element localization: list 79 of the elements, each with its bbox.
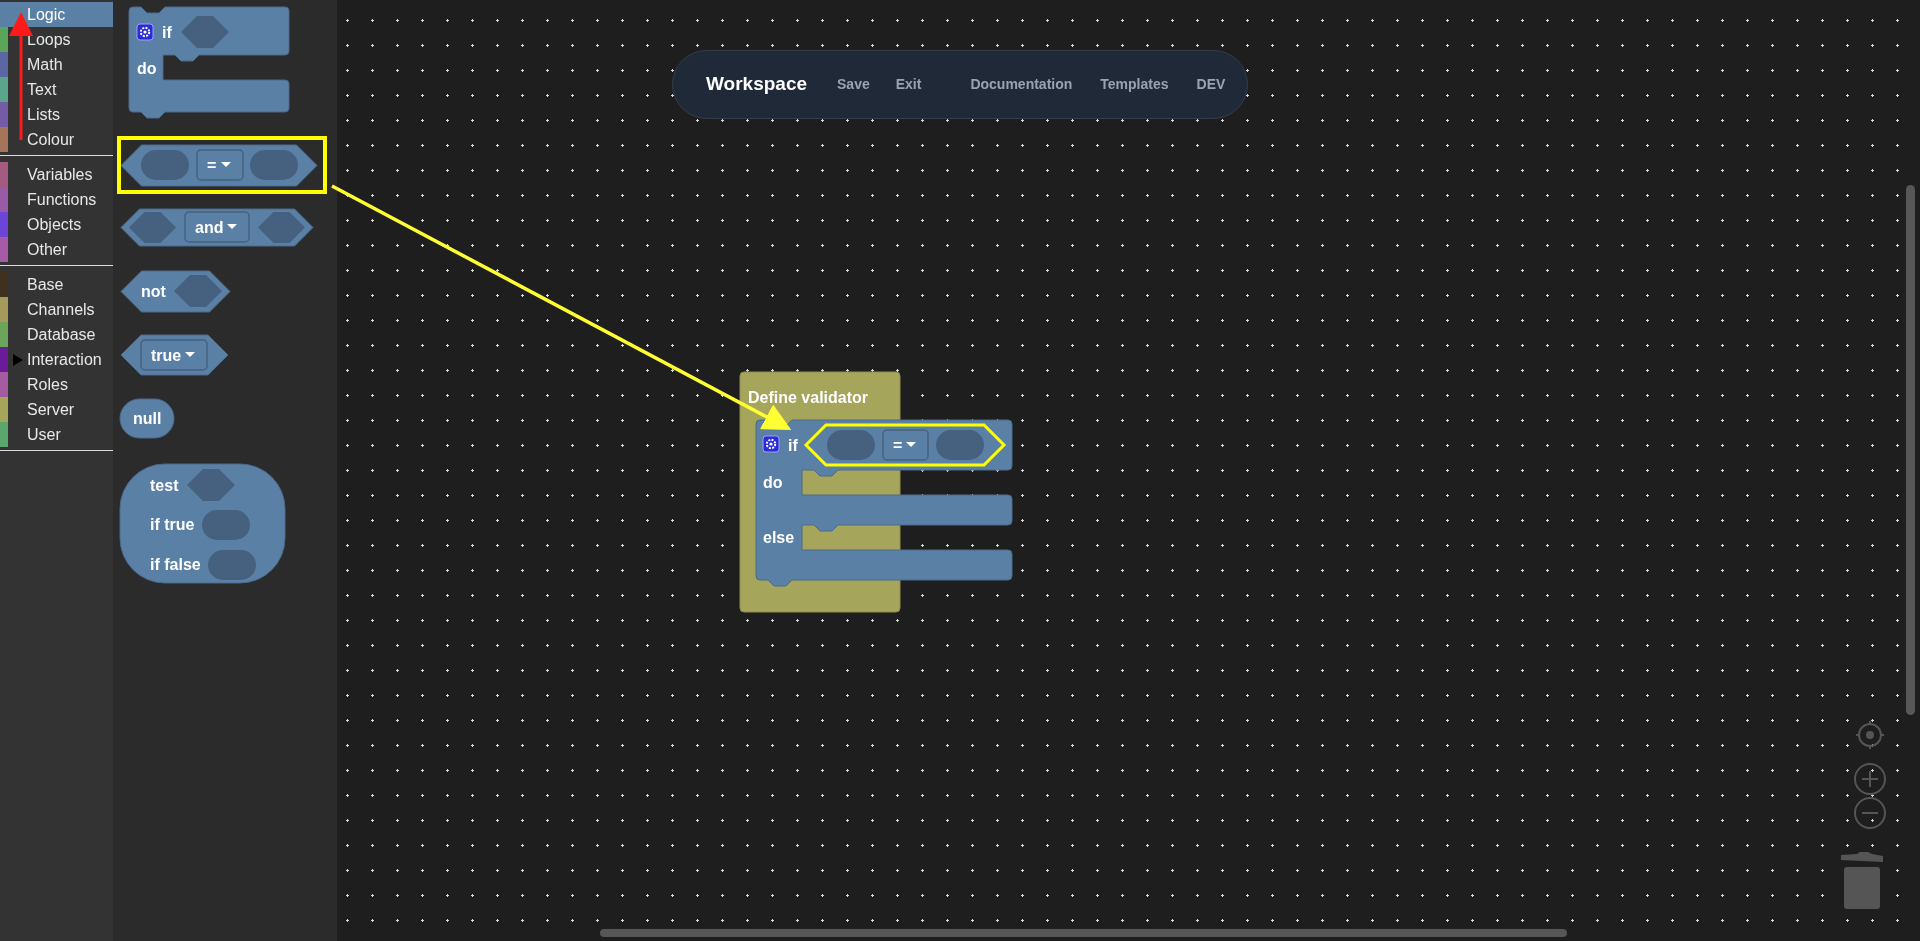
operator-dropdown[interactable]: and [184,211,250,243]
category-item[interactable]: Server [0,397,113,422]
boolean-block[interactable]: true [120,334,229,376]
caret-icon [185,352,195,357]
caret-icon [227,224,237,229]
menu-action[interactable]: Exit [895,74,922,95]
category-item[interactable]: Math [0,52,113,77]
category-item[interactable]: Variables [0,162,113,187]
category-label: Base [27,274,64,295]
trash-icon[interactable] [1840,852,1884,910]
category-item[interactable]: Interaction [0,347,113,372]
category-item[interactable]: Base [0,272,113,297]
menu-action[interactable]: Save [837,74,870,95]
vertical-scrollbar[interactable] [1906,185,1915,715]
category-label: Roles [27,374,68,395]
block-label: if [162,24,172,41]
category-item[interactable]: Lists [0,102,113,127]
category-label: User [27,424,61,445]
caret-icon [221,162,231,167]
category-item[interactable]: Colour [0,127,113,152]
not-block[interactable]: not [120,270,231,313]
category-label: Colour [27,129,75,150]
category-label: Text [27,79,57,100]
empty-slot [129,212,176,243]
block-label: do [137,60,157,77]
menu-link[interactable]: Templates [1100,74,1169,95]
category-label: Functions [27,189,97,210]
category-label: Channels [27,299,95,320]
horizontal-scrollbar[interactable] [600,929,1567,937]
menu-link[interactable]: DEV [1196,74,1226,95]
zoom-in-icon[interactable] [1853,762,1887,796]
category-item[interactable]: Text [0,77,113,102]
block-label: else [763,529,795,546]
category-item[interactable]: Functions [0,187,113,212]
category-label: Database [27,324,96,345]
operator-dropdown[interactable]: = [882,429,929,461]
block-label: test [150,477,179,494]
ternary-block[interactable]: test if true if false [119,463,286,584]
empty-slot [181,16,229,48]
compare-block[interactable]: = [803,423,1007,467]
operator-dropdown[interactable]: true [140,339,208,371]
block-label: not [141,283,166,300]
recenter-icon[interactable] [1855,720,1885,750]
category-item[interactable]: Loops [0,27,113,52]
category-label: Objects [27,214,82,235]
category-item[interactable]: Objects [0,212,113,237]
category-item[interactable]: Roles [0,372,113,397]
caret-icon [906,442,916,447]
gear-icon[interactable] [136,23,154,41]
category-item[interactable]: Logic [0,2,113,27]
workspace-title: Workspace [706,72,808,97]
category-item[interactable]: Database [0,322,113,347]
category-item[interactable]: Channels [0,297,113,322]
category-label: Lists [27,104,60,125]
category-item[interactable]: Other [0,237,113,262]
block-label: if [788,437,798,454]
empty-slot [187,469,235,501]
empty-slot [174,275,222,307]
empty-slot [258,212,305,243]
category-label: Other [27,239,67,260]
category-label: Variables [27,164,93,185]
menu-link[interactable]: Documentation [970,74,1073,95]
logic-operation-block[interactable]: and [120,208,314,247]
category-label: Loops [27,29,71,50]
category-label: Server [27,399,75,420]
block-label: do [763,474,783,491]
block-label: if true [150,516,195,533]
category-item[interactable]: User [0,422,113,447]
compare-block[interactable]: = [120,144,318,187]
gear-icon[interactable] [762,435,780,453]
zoom-out-icon[interactable] [1853,796,1887,830]
category-label: Logic [27,4,66,25]
block-label: Define validator [748,389,869,406]
if-block[interactable]: if do [128,6,290,119]
category-label: Interaction [27,349,102,370]
null-block[interactable]: null [119,398,175,439]
operator-dropdown[interactable]: = [196,149,244,181]
category-label: Math [27,54,63,75]
block-label: if false [150,556,201,573]
